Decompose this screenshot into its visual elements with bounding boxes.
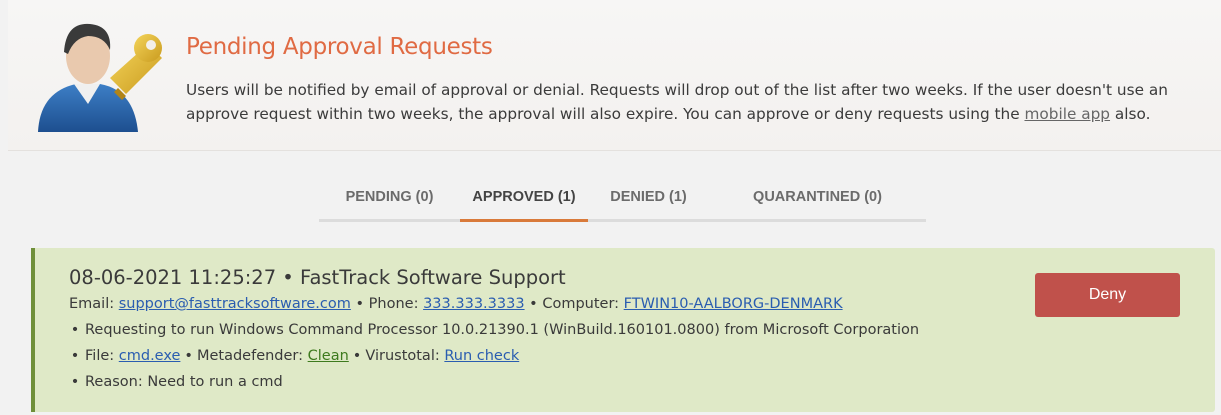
metadefender-link[interactable]: Clean [308, 348, 349, 364]
page-description: Users will be notified by email of appro… [186, 81, 1168, 123]
tab-quarantined[interactable]: QUARANTINED (0) [709, 180, 926, 219]
virustotal-link[interactable]: Run check [444, 348, 519, 364]
request-timestamp: 08-06-2021 11:25:27 [69, 266, 277, 289]
tab-pending[interactable]: PENDING (0) [319, 180, 460, 219]
request-title: 08-06-2021 11:25:27 • FastTrack Software… [69, 266, 566, 289]
reason-line: • Reason: Need to run a cmd [69, 374, 283, 390]
file-link[interactable]: cmd.exe [119, 348, 181, 364]
bullet: • [70, 374, 80, 390]
tab-denied[interactable]: DENIED (1) [588, 180, 709, 219]
deny-button[interactable]: Deny [1035, 273, 1180, 317]
tab-approved[interactable]: APPROVED (1) [460, 180, 588, 222]
bullet: • [70, 322, 80, 338]
page-title: Pending Approval Requests [186, 34, 493, 60]
requester-name: FastTrack Software Support [300, 266, 566, 289]
user-key-icon [38, 23, 162, 132]
request-details: • Requesting to run Windows Command Proce… [69, 322, 919, 338]
approval-request-card: 08-06-2021 11:25:27 • FastTrack Software… [31, 248, 1215, 412]
page-header: Pending Approval Requests Users will be … [8, 0, 1221, 151]
request-tabs: PENDING (0) APPROVED (1) DENIED (1) QUAR… [319, 180, 926, 222]
mobile-app-link[interactable]: mobile app [1024, 105, 1110, 123]
phone-link[interactable]: 333.333.3333 [423, 296, 524, 312]
computer-link[interactable]: FTWIN10-AALBORG-DENMARK [624, 296, 843, 312]
file-line: • File: cmd.exe • Metadefender: Clean • Virus… [69, 348, 520, 364]
contact-line: Email: support@fasttracksoftware.com • P… [69, 296, 843, 312]
email-link[interactable]: support@fasttracksoftware.com [119, 296, 351, 312]
bullet: • [70, 348, 80, 364]
